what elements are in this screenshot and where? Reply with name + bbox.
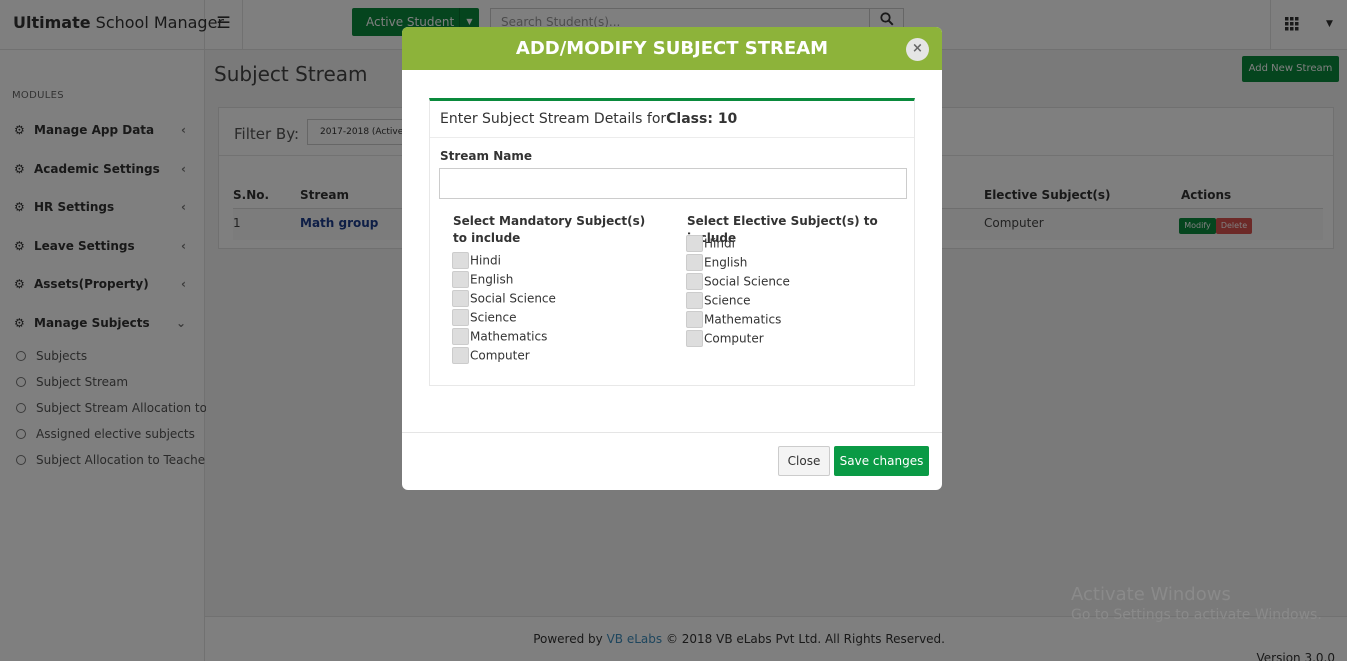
checkbox[interactable]: [686, 235, 703, 252]
mandatory-checkbox-english[interactable]: English: [452, 271, 513, 288]
mandatory-checkbox-hindi[interactable]: Hindi: [452, 252, 501, 269]
checkbox[interactable]: [452, 347, 469, 364]
checkbox-label: Science: [470, 310, 517, 325]
details-prefix: Enter Subject Stream Details for: [440, 111, 667, 127]
details-heading: Enter Subject Stream Details forClass: 1…: [440, 111, 737, 127]
checkbox[interactable]: [452, 252, 469, 269]
checkbox-label: Hindi: [470, 253, 501, 268]
watermark-line2: Go to Settings to activate Windows.: [1071, 607, 1322, 623]
checkbox-label: Computer: [704, 331, 764, 346]
stream-name-label: Stream Name: [440, 149, 532, 163]
checkbox-label: Mathematics: [470, 329, 548, 344]
watermark-line1: Activate Windows: [1071, 584, 1231, 605]
divider: [430, 137, 914, 138]
checkbox[interactable]: [686, 292, 703, 309]
details-class: Class: 10: [666, 111, 738, 127]
mandatory-checkbox-mathematics[interactable]: Mathematics: [452, 328, 547, 345]
divider: [402, 432, 942, 433]
checkbox[interactable]: [452, 271, 469, 288]
mandatory-checkbox-social-science[interactable]: Social Science: [452, 290, 556, 307]
elective-checkbox-english[interactable]: English: [686, 254, 747, 271]
checkbox[interactable]: [686, 311, 703, 328]
close-icon[interactable]: ×: [906, 38, 929, 61]
elective-checkbox-mathematics[interactable]: Mathematics: [686, 311, 781, 328]
checkbox-label: Science: [704, 293, 751, 308]
checkbox-label: Social Science: [470, 291, 556, 306]
save-changes-button[interactable]: Save changes: [834, 446, 929, 476]
checkbox-label: English: [470, 272, 514, 287]
checkbox[interactable]: [452, 290, 469, 307]
checkbox[interactable]: [686, 273, 703, 290]
mandatory-checkbox-computer[interactable]: Computer: [452, 347, 530, 364]
modal-title: ADD/MODIFY SUBJECT STREAM: [515, 38, 829, 59]
stream-name-input[interactable]: [439, 168, 907, 199]
subject-stream-modal: ADD/MODIFY SUBJECT STREAM × Enter Subjec…: [402, 27, 942, 490]
stream-details-box: Enter Subject Stream Details forClass: 1…: [429, 98, 915, 386]
windows-activation-watermark: Activate Windows Go to Settings to activ…: [1071, 584, 1322, 623]
checkbox[interactable]: [686, 330, 703, 347]
mandatory-subjects-heading: Select Mandatory Subject(s) to include: [453, 214, 646, 245]
mandatory-checkbox-science[interactable]: Science: [452, 309, 517, 326]
checkbox-label: Mathematics: [704, 312, 782, 327]
checkbox[interactable]: [686, 254, 703, 271]
checkbox[interactable]: [452, 309, 469, 326]
elective-checkbox-hindi[interactable]: Hindi: [686, 235, 735, 252]
checkbox[interactable]: [452, 328, 469, 345]
checkbox-label: Social Science: [704, 274, 790, 289]
elective-checkbox-science[interactable]: Science: [686, 292, 751, 309]
checkbox-label: Hindi: [704, 236, 735, 251]
elective-checkbox-computer[interactable]: Computer: [686, 330, 764, 347]
elective-checkbox-social-science[interactable]: Social Science: [686, 273, 790, 290]
checkbox-label: English: [704, 255, 748, 270]
checkbox-label: Computer: [470, 348, 530, 363]
close-button[interactable]: Close: [778, 446, 830, 476]
